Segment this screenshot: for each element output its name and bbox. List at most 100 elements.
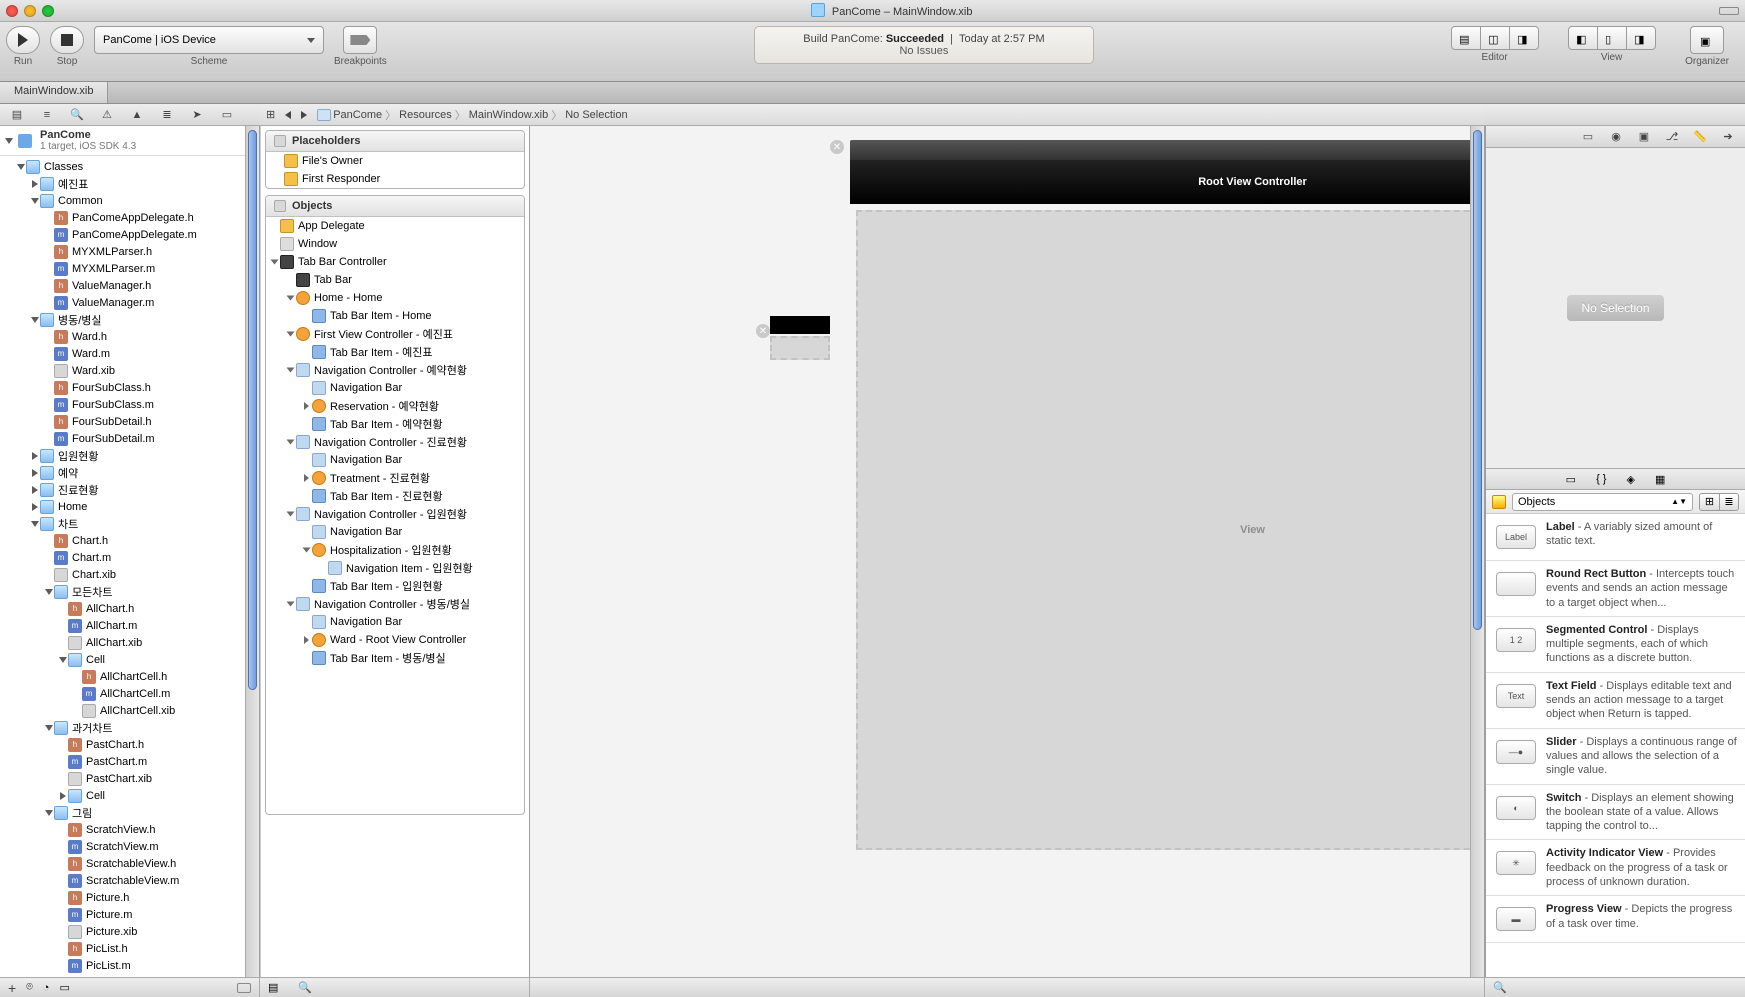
- file-tree-item[interactable]: Common: [0, 192, 259, 209]
- disclosure-icon[interactable]: [304, 474, 309, 482]
- disclosure-icon[interactable]: [32, 503, 38, 511]
- disclosure-icon[interactable]: [287, 332, 295, 337]
- file-tree-item[interactable]: Cell: [0, 651, 259, 668]
- outline-item[interactable]: Navigation Controller - 예약현황: [266, 361, 524, 379]
- outline-item[interactable]: Tab Bar Item - 병동/병실: [266, 649, 524, 667]
- disclosure-icon[interactable]: [45, 810, 53, 816]
- search-navigator-icon[interactable]: 🔍: [70, 108, 84, 122]
- file-tree-item[interactable]: 예진표: [0, 175, 259, 192]
- outline-item[interactable]: Navigation Controller - 병동/병실: [266, 595, 524, 613]
- outline-item[interactable]: Navigation Bar: [266, 523, 524, 541]
- outline-item[interactable]: Navigation Controller - 진료현황: [266, 433, 524, 451]
- file-template-library-icon[interactable]: ▭: [1566, 473, 1576, 486]
- file-tree-item[interactable]: 차트: [0, 515, 259, 532]
- outline-item[interactable]: First View Controller - 예진표: [266, 325, 524, 343]
- view-placeholder[interactable]: View: [856, 210, 1484, 850]
- library-item[interactable]: 1 2Segmented Control - Displays multiple…: [1486, 617, 1745, 673]
- view-segment[interactable]: ◧ ▯ ◨: [1568, 26, 1655, 50]
- log-navigator-icon[interactable]: ▭: [220, 108, 234, 122]
- file-inspector-icon[interactable]: ▭: [1581, 130, 1595, 144]
- disclosure-icon[interactable]: [303, 548, 311, 553]
- outline-item[interactable]: Tab Bar Item - 예진표: [266, 343, 524, 361]
- library-item[interactable]: LabelLabel - A variably sized amount of …: [1486, 514, 1745, 561]
- add-button[interactable]: +: [8, 980, 16, 996]
- outline-item[interactable]: Reservation - 예약현황: [266, 397, 524, 415]
- outline-item[interactable]: Navigation Bar: [266, 613, 524, 631]
- file-tree-item[interactable]: mScratchView.m: [0, 838, 259, 855]
- issue-navigator-icon[interactable]: ⚠: [100, 108, 114, 122]
- file-tree-item[interactable]: Cell: [0, 787, 259, 804]
- outline-item[interactable]: Tab Bar Controller: [266, 253, 524, 271]
- file-tree-item[interactable]: Ward.xib: [0, 362, 259, 379]
- outline-item[interactable]: Tab Bar Item - 진료현황: [266, 487, 524, 505]
- organizer-button[interactable]: ▣: [1690, 26, 1724, 54]
- file-tree-item[interactable]: AllChart.xib: [0, 634, 259, 651]
- object-library-icon[interactable]: ◈: [1626, 473, 1634, 486]
- file-tree-item[interactable]: hValueManager.h: [0, 277, 259, 294]
- minimize-window[interactable]: [24, 5, 36, 17]
- disclosure-icon[interactable]: [304, 402, 309, 410]
- code-snippet-library-icon[interactable]: { }: [1596, 473, 1606, 485]
- forward-button[interactable]: [301, 111, 307, 119]
- disclosure-icon[interactable]: [31, 317, 39, 323]
- debug-navigator-icon[interactable]: ≣: [160, 108, 174, 122]
- disclosure-icon[interactable]: [5, 138, 13, 144]
- file-tree-item[interactable]: mPanComeAppDelegate.m: [0, 226, 259, 243]
- file-tree-item[interactable]: hFourSubClass.h: [0, 379, 259, 396]
- grid-view-icon[interactable]: ⊞: [1699, 493, 1719, 511]
- file-tree-item[interactable]: 예약: [0, 464, 259, 481]
- outline-item[interactable]: Home - Home: [266, 289, 524, 307]
- library-item[interactable]: Round Rect Button - Intercepts touch eve…: [1486, 561, 1745, 617]
- file-tree-item[interactable]: hPanComeAppDelegate.h: [0, 209, 259, 226]
- disclosure-icon[interactable]: [287, 368, 295, 373]
- file-tree-item[interactable]: mChart.m: [0, 549, 259, 566]
- outline-item[interactable]: Tab Bar: [266, 271, 524, 289]
- file-tree-item[interactable]: hFourSubDetail.h: [0, 413, 259, 430]
- recent-icon[interactable]: ◔: [43, 982, 50, 994]
- disclosure-icon[interactable]: [60, 792, 66, 800]
- file-tree-item[interactable]: hMYXMLParser.h: [0, 243, 259, 260]
- size-inspector-icon[interactable]: 📏: [1693, 130, 1707, 144]
- disclosure-icon[interactable]: [31, 521, 39, 527]
- file-tree-item[interactable]: 병동/병실: [0, 311, 259, 328]
- outline-item[interactable]: First Responder: [266, 170, 524, 188]
- list-view-icon[interactable]: ≣: [1719, 493, 1739, 511]
- outline-item[interactable]: Navigation Bar: [266, 379, 524, 397]
- tab-mainwindow[interactable]: MainWindow.xib: [0, 82, 108, 103]
- file-tree-item[interactable]: hAllChartCell.h: [0, 668, 259, 685]
- editor-standard[interactable]: ▤: [1451, 26, 1481, 50]
- file-tree-item[interactable]: Classes: [0, 158, 259, 175]
- jump-bar[interactable]: ⊞ PanCome〉 Resources〉 MainWindow.xib〉 No…: [260, 104, 1485, 126]
- editor-assistant[interactable]: ◫: [1480, 26, 1510, 50]
- file-tree-item[interactable]: Home: [0, 498, 259, 515]
- library-scope-icon[interactable]: [1492, 495, 1506, 509]
- editor-version[interactable]: ◨: [1509, 26, 1539, 50]
- disclosure-icon[interactable]: [287, 512, 295, 517]
- mini-view[interactable]: [770, 336, 830, 360]
- file-tree-item[interactable]: mMYXMLParser.m: [0, 260, 259, 277]
- breakpoint-navigator-icon[interactable]: ➤: [190, 108, 204, 122]
- file-tree-item[interactable]: mFourSubDetail.m: [0, 430, 259, 447]
- disclosure-icon[interactable]: [287, 602, 295, 607]
- outline-item[interactable]: Tab Bar Item - Home: [266, 307, 524, 325]
- file-tree-item[interactable]: AllChartCell.xib: [0, 702, 259, 719]
- filter-icon[interactable]: ⌾: [26, 981, 33, 994]
- file-tree-item[interactable]: mPicList.m: [0, 957, 259, 974]
- file-tree-item[interactable]: mAllChart.m: [0, 617, 259, 634]
- outline-item[interactable]: Hospitalization - 입원현황: [266, 541, 524, 559]
- library-item[interactable]: ✳Activity Indicator View - Provides feed…: [1486, 840, 1745, 896]
- outline-item[interactable]: File's Owner: [266, 152, 524, 170]
- outline-item[interactable]: Navigation Bar: [266, 451, 524, 469]
- project-navigator-icon[interactable]: ▤: [10, 108, 24, 122]
- outline-item[interactable]: Navigation Item - 입원현황: [266, 559, 524, 577]
- library-item[interactable]: ▬Progress View - Depicts the progress of…: [1486, 896, 1745, 943]
- close-scene-icon[interactable]: ✕: [830, 140, 844, 154]
- file-tree-item[interactable]: hPastChart.h: [0, 736, 259, 753]
- quick-help-icon[interactable]: ◉: [1609, 130, 1623, 144]
- library-item[interactable]: —●Slider - Displays a continuous range o…: [1486, 729, 1745, 785]
- library-search-icon[interactable]: 🔍: [1493, 981, 1507, 994]
- disclosure-icon[interactable]: [31, 198, 39, 204]
- scheme-selector[interactable]: PanCome | iOS Device: [94, 26, 324, 54]
- view-utilities[interactable]: ◨: [1626, 26, 1656, 50]
- identity-inspector-icon[interactable]: ▣: [1637, 130, 1651, 144]
